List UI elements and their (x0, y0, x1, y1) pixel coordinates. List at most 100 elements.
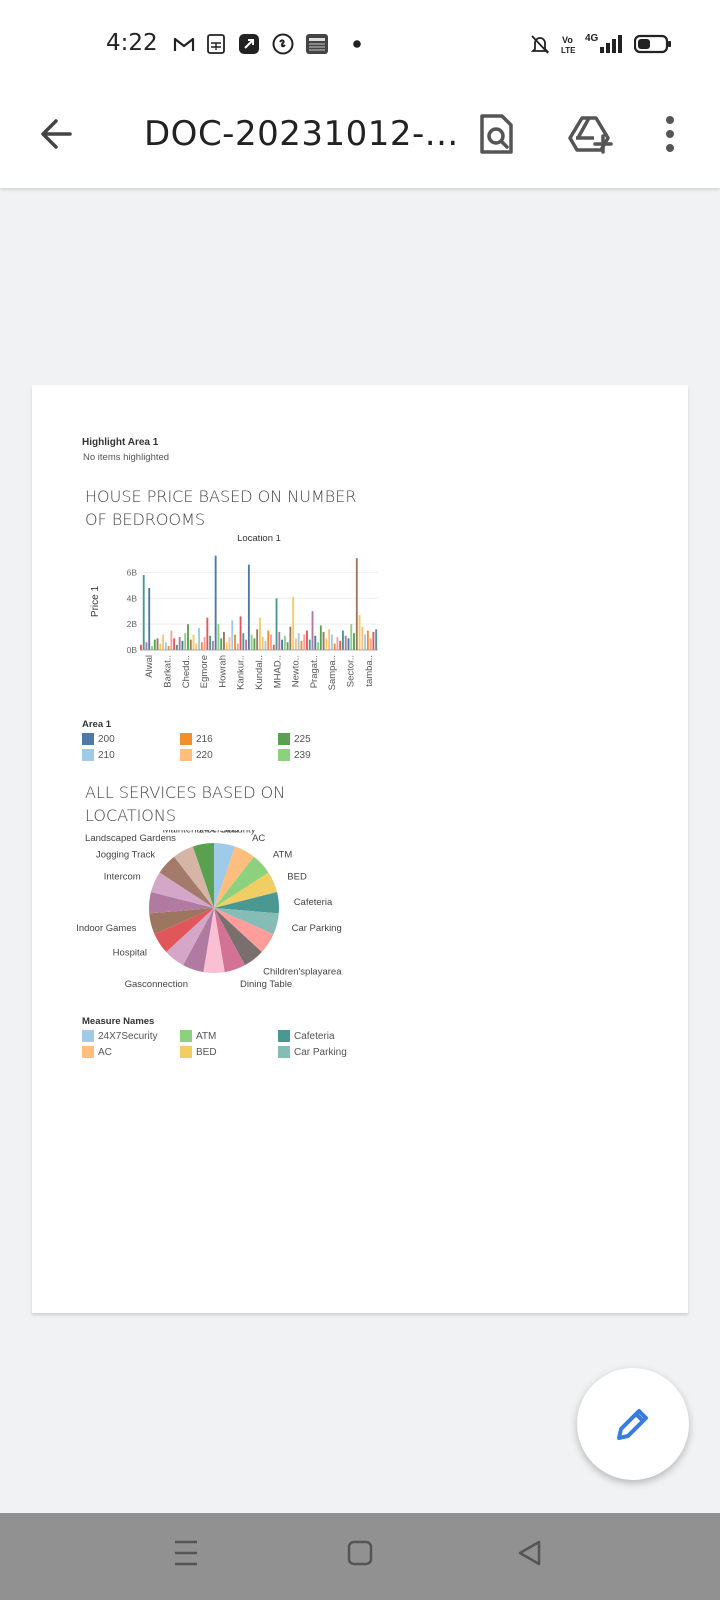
bar (189, 639, 192, 650)
pie-label: Intercom (104, 871, 141, 882)
back-arrow-icon[interactable] (36, 114, 76, 154)
bar (217, 624, 220, 650)
bar (283, 635, 286, 650)
add-to-drive-icon[interactable] (568, 112, 614, 156)
x-tick-label: Sampa.. (327, 655, 338, 690)
bar (228, 637, 231, 650)
legend-swatch (278, 1030, 290, 1043)
bar (294, 638, 297, 650)
bar (195, 643, 198, 650)
bar (333, 643, 336, 650)
signal-icon (600, 35, 622, 53)
bar (236, 643, 239, 650)
bar (167, 646, 170, 650)
legend-label: ATM (196, 1031, 217, 1042)
legend-item: Cafeteria (278, 1030, 335, 1044)
area-legend-title: Area 1 (82, 719, 112, 730)
bar (239, 616, 242, 650)
legend-swatch (180, 749, 192, 762)
bar (178, 637, 181, 650)
network-type: 4G (585, 33, 599, 44)
volte-icon: Vo LTE (561, 35, 576, 55)
bar (319, 625, 322, 650)
bar (247, 564, 250, 650)
edit-button[interactable] (577, 1368, 689, 1480)
bar (350, 624, 353, 650)
bar (286, 642, 289, 650)
mute-icon (530, 35, 550, 54)
bar (375, 629, 378, 650)
find-in-page-icon[interactable] (476, 112, 516, 156)
bar (372, 631, 375, 650)
more-options-icon[interactable] (662, 112, 678, 156)
bar (256, 629, 259, 650)
y-tick-label: 0B (127, 645, 138, 655)
bar (184, 633, 187, 650)
bar (330, 634, 333, 650)
bar (142, 574, 145, 650)
bar (200, 642, 203, 650)
legend-item: ATM (180, 1030, 216, 1044)
bar (281, 639, 284, 650)
pie-label: ATM (273, 849, 292, 860)
bar (355, 558, 358, 650)
legend-label: AC (98, 1047, 112, 1058)
bar (314, 635, 317, 650)
menu-nav-icon[interactable] (173, 1538, 199, 1568)
legend-item: 200 (82, 733, 115, 747)
news-icon (306, 34, 328, 54)
bar (306, 630, 308, 650)
legend-swatch (82, 749, 94, 762)
bar (278, 631, 281, 650)
bar (245, 639, 248, 650)
bar (344, 635, 347, 650)
status-bar: 4:22 Vo LTE 4G (0, 0, 720, 92)
legend-label: 225 (294, 734, 311, 745)
highlight-subtitle: No items highlighted (83, 452, 170, 463)
bar (231, 620, 234, 650)
legend-label: 210 (98, 750, 115, 761)
x-tick-label: Howrah (217, 655, 228, 688)
bar (300, 640, 303, 650)
pie-label: Gasconnection (125, 979, 188, 990)
x-tick-label: tamba.. (364, 655, 375, 687)
price-bar-chart: Location 1 Price 1 0B 2B 4B 6B Alwal Barkat.. Ch… (90, 535, 378, 690)
home-nav-icon[interactable] (346, 1538, 374, 1568)
bar (267, 630, 270, 650)
app-bar: DOC-20231012-... (0, 92, 720, 188)
chart1-title: HOUSE PRICE BASED ON NUMBER OF BEDROOMS (85, 487, 357, 529)
pie-label: Jogging Track (96, 849, 155, 860)
pie-label: Dining Table (240, 979, 292, 990)
legend-label: Car Parking (294, 1047, 347, 1058)
bar (162, 634, 165, 650)
bar (353, 633, 355, 650)
bar (173, 638, 176, 650)
bar (159, 643, 162, 650)
measure-legend-title: Measure Names (82, 1016, 155, 1027)
bar (198, 628, 200, 650)
battery-icon (634, 34, 671, 54)
bar (366, 630, 369, 650)
x-tick-label: Egmore (199, 655, 210, 688)
bar (272, 644, 275, 650)
legend-label: Cafeteria (294, 1031, 335, 1042)
bar (153, 639, 156, 650)
pencil-icon (617, 1409, 648, 1440)
legend-swatch (82, 733, 94, 746)
document-page[interactable]: Highlight Area 1 No items highlighted HO… (32, 385, 688, 1313)
legend-item: 216 (180, 733, 213, 747)
x-tick-label: Sector.. (346, 655, 357, 687)
pie-label: Maintenance Staff (163, 830, 240, 836)
x-tick-label: Alwal (144, 655, 155, 678)
x-tick-label: Barkat.. (163, 655, 174, 688)
legend-label: 200 (98, 734, 115, 745)
bar (192, 634, 195, 650)
bar (339, 640, 342, 650)
legend-item: 220 (180, 749, 213, 763)
bar-chart-title: Location 1 (237, 535, 281, 544)
bar (322, 631, 325, 650)
bar (261, 637, 264, 650)
pie-label: Indoor Games (76, 923, 136, 934)
back-nav-icon[interactable] (516, 1538, 544, 1568)
navigation-bar (0, 1513, 720, 1600)
